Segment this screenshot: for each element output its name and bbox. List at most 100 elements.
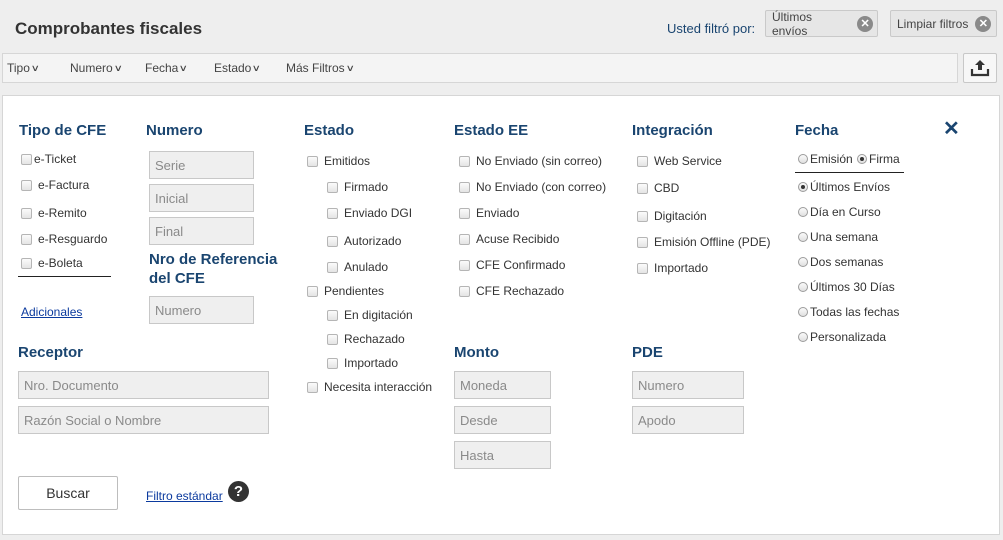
radio-button[interactable] [798, 282, 808, 292]
checkbox-no-enviado-sin-correo[interactable]: No Enviado (sin correo) [459, 154, 602, 168]
checkbox[interactable] [459, 285, 470, 297]
checkbox[interactable] [21, 233, 32, 245]
checkbox-enviado[interactable]: Enviado [459, 206, 519, 220]
checkbox-necesita-interaccion[interactable]: Necesita interacción [307, 380, 432, 394]
checkbox[interactable] [307, 285, 318, 297]
upload-button[interactable] [963, 53, 997, 83]
checkbox[interactable] [637, 210, 648, 222]
checkbox[interactable] [637, 182, 648, 194]
inicial-input[interactable] [149, 184, 254, 212]
adicionales-link[interactable]: Adicionales [21, 305, 82, 319]
radio-dos-semanas[interactable]: Dos semanas [798, 255, 883, 269]
checkbox-acuse-recibido[interactable]: Acuse Recibido [459, 232, 559, 246]
radio-ultimos-envios[interactable]: Últimos Envíos [798, 180, 890, 194]
radio-firma[interactable]: Firma [857, 152, 900, 166]
checkbox[interactable] [327, 309, 338, 321]
radio-emision[interactable]: Emisión [798, 152, 853, 166]
checkbox[interactable] [327, 181, 338, 193]
checkbox-e-ticket[interactable]: e-Ticket [21, 152, 76, 166]
desde-input[interactable] [454, 406, 551, 434]
radio-ultimos-30-dias[interactable]: Últimos 30 Días [798, 280, 895, 294]
checkbox[interactable] [21, 153, 32, 165]
checkbox[interactable] [21, 207, 32, 219]
close-icon[interactable]: ✕ [943, 116, 960, 141]
close-circle-icon[interactable]: ✕ [857, 15, 873, 32]
radio-button[interactable] [798, 307, 808, 317]
divider [18, 276, 111, 277]
checkbox[interactable] [327, 333, 338, 345]
radio-una-semana[interactable]: Una semana [798, 230, 878, 244]
checkbox-digitacion[interactable]: Digitación [637, 209, 707, 223]
final-input[interactable] [149, 217, 254, 245]
serie-input[interactable] [149, 151, 254, 179]
checkbox-e-boleta[interactable]: e-Boleta [21, 256, 83, 270]
checkbox[interactable] [637, 155, 648, 167]
checkbox[interactable] [21, 179, 32, 191]
checkbox-emitidos[interactable]: Emitidos [307, 154, 370, 168]
checkbox-en-digitacion[interactable]: En digitación [327, 308, 413, 322]
toolbar-fecha-dropdown[interactable]: Fecha ∨ [145, 61, 188, 75]
nro-documento-input[interactable] [18, 371, 269, 399]
filtro-estandar-link[interactable]: Filtro estándar [146, 489, 223, 503]
checkbox-rechazado[interactable]: Rechazado [327, 332, 405, 346]
clear-filters-chip[interactable]: Limpiar filtros ✕ [890, 10, 997, 37]
checkbox[interactable] [459, 233, 470, 245]
checkbox-no-enviado-con-correo[interactable]: No Enviado (con correo) [459, 180, 606, 194]
toolbar-numero-dropdown[interactable]: Numero ∨ [70, 61, 123, 75]
radio-todas-las-fechas[interactable]: Todas las fechas [798, 305, 899, 319]
checkbox[interactable] [327, 357, 338, 369]
checkbox[interactable] [459, 181, 470, 193]
filter-chip-ultimos-envios[interactable]: Últimos envíos ✕ [765, 10, 878, 38]
checkbox-web-service[interactable]: Web Service [637, 154, 722, 168]
checkbox-anulado[interactable]: Anulado [327, 260, 388, 274]
moneda-input[interactable] [454, 371, 551, 399]
checkbox[interactable] [21, 257, 32, 269]
checkbox-pendientes[interactable]: Pendientes [307, 284, 384, 298]
checkbox-emision-offline[interactable]: Emisión Offline (PDE) [637, 235, 770, 249]
checkbox-importado-pendiente[interactable]: Importado [327, 356, 398, 370]
checkbox[interactable] [307, 155, 318, 167]
chevron-down-icon: ∨ [113, 62, 123, 73]
radio-button-selected[interactable] [798, 182, 808, 192]
pde-apodo-input[interactable] [632, 406, 744, 434]
checkbox[interactable] [637, 236, 648, 248]
radio-button[interactable] [798, 232, 808, 242]
checkbox[interactable] [637, 262, 648, 274]
checkbox-importado[interactable]: Importado [637, 261, 708, 275]
nro-referencia-input[interactable] [149, 296, 254, 324]
radio-button-selected[interactable] [857, 154, 867, 164]
checkbox-autorizado[interactable]: Autorizado [327, 234, 401, 248]
checkbox[interactable] [307, 381, 318, 393]
checkbox[interactable] [459, 155, 470, 167]
checkbox[interactable] [459, 259, 470, 271]
checkbox[interactable] [459, 207, 470, 219]
radio-personalizada[interactable]: Personalizada [798, 330, 886, 344]
razon-social-input[interactable] [18, 406, 269, 434]
toolbar-mas-filtros-dropdown[interactable]: Más Filtros ∨ [286, 61, 355, 75]
radio-button[interactable] [798, 207, 808, 217]
checkbox-cbd[interactable]: CBD [637, 181, 679, 195]
radio-button[interactable] [798, 154, 808, 164]
toolbar-tipo-dropdown[interactable]: Tipo ∨ [7, 61, 40, 75]
pde-numero-input[interactable] [632, 371, 744, 399]
radio-button[interactable] [798, 257, 808, 267]
radio-dia-en-curso[interactable]: Día en Curso [798, 205, 881, 219]
checkbox-e-factura[interactable]: e-Factura [21, 178, 89, 192]
toolbar-estado-dropdown[interactable]: Estado ∨ [214, 61, 261, 75]
checkbox-cfe-rechazado[interactable]: CFE Rechazado [459, 284, 564, 298]
checkbox-firmado[interactable]: Firmado [327, 180, 388, 194]
question-circle-icon[interactable]: ? [228, 481, 249, 502]
checkbox-e-remito[interactable]: e-Remito [21, 206, 87, 220]
checkbox-enviado-dgi[interactable]: Enviado DGI [327, 206, 412, 220]
checkbox[interactable] [327, 207, 338, 219]
checkbox-cfe-confirmado[interactable]: CFE Confirmado [459, 258, 565, 272]
hasta-input[interactable] [454, 441, 551, 469]
page-title: Comprobantes fiscales [15, 19, 203, 38]
radio-button[interactable] [798, 332, 808, 342]
checkbox-e-resguardo[interactable]: e-Resguardo [21, 232, 107, 246]
buscar-button[interactable]: Buscar [18, 476, 118, 510]
close-circle-icon[interactable]: ✕ [975, 15, 992, 32]
section-title-numero: Numero [146, 122, 203, 139]
checkbox[interactable] [327, 261, 338, 273]
checkbox[interactable] [327, 235, 338, 247]
